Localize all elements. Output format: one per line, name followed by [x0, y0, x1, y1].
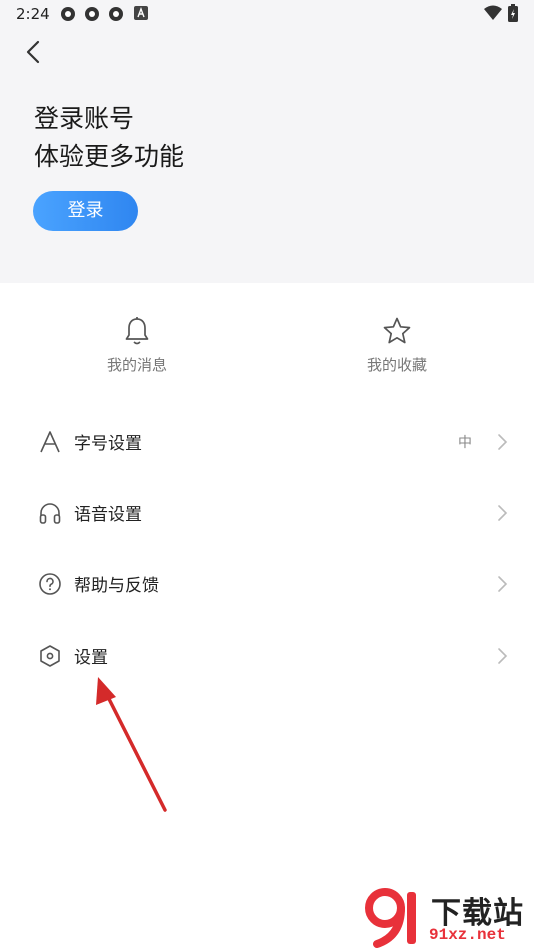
annotation-arrow [96, 677, 167, 812]
watermark-logo [365, 888, 416, 948]
watermark-url: 91xz.net [429, 926, 506, 944]
watermark: 下载站 91xz.net [363, 886, 533, 948]
